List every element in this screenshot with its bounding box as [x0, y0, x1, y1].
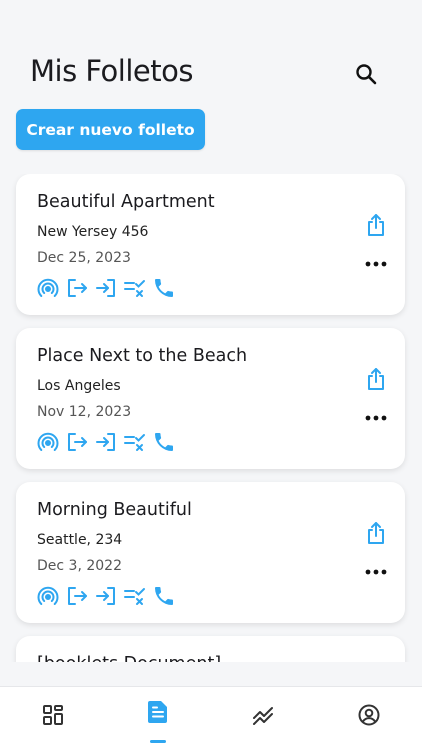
login-button[interactable]	[94, 276, 118, 300]
brochure-card[interactable]: [booklets Document]	[16, 636, 405, 662]
active-tab-indicator	[150, 740, 166, 743]
page-title: Mis Folletos	[30, 54, 193, 88]
share-button[interactable]	[364, 520, 388, 546]
checklist-cancel-button[interactable]	[123, 276, 147, 300]
card-title: [booklets Document]	[37, 654, 221, 662]
logout-icon	[68, 433, 87, 451]
more-button[interactable]	[364, 410, 388, 426]
tab-documents[interactable]	[128, 695, 188, 741]
login-button[interactable]	[94, 430, 118, 454]
search-button[interactable]	[352, 60, 380, 88]
share-button[interactable]	[364, 212, 388, 238]
share-icon	[368, 522, 384, 544]
card-date: Dec 3, 2022	[37, 558, 122, 574]
dashboard-icon	[43, 705, 63, 725]
brochure-card[interactable]: Beautiful Apartment New Yersey 456 Dec 2…	[16, 174, 405, 315]
broadcast-icon	[37, 278, 59, 297]
login-icon	[96, 433, 115, 451]
phone-icon	[155, 279, 173, 297]
tab-statistics[interactable]	[233, 695, 293, 741]
logout-icon	[68, 279, 87, 297]
share-icon	[368, 368, 384, 390]
search-icon	[356, 64, 377, 85]
broadcast-button[interactable]	[36, 430, 60, 454]
card-title: Morning Beautiful	[37, 500, 192, 520]
checklist-cancel-button[interactable]	[123, 430, 147, 454]
card-date: Dec 25, 2023	[37, 250, 131, 266]
tab-dashboard[interactable]	[23, 695, 83, 741]
document-icon	[148, 701, 167, 723]
logout-button[interactable]	[65, 276, 89, 300]
checklist-cancel-icon	[124, 434, 145, 451]
app-screen: Mis Folletos Crear nuevo folleto Beautif…	[0, 0, 422, 750]
more-icon	[365, 415, 387, 421]
card-title: Place Next to the Beach	[37, 346, 248, 366]
card-address: Los Angeles	[37, 378, 121, 394]
phone-button[interactable]	[152, 276, 176, 300]
phone-icon	[155, 587, 173, 605]
checklist-cancel-icon	[124, 280, 145, 297]
card-date: Nov 12, 2023	[37, 404, 132, 420]
phone-button[interactable]	[152, 430, 176, 454]
brochure-card[interactable]: Place Next to the Beach Los Angeles Nov …	[16, 328, 405, 469]
logout-button[interactable]	[65, 584, 89, 608]
logout-button[interactable]	[65, 430, 89, 454]
card-address: New Yersey 456	[37, 224, 149, 240]
more-button[interactable]	[364, 564, 388, 580]
user-icon	[358, 704, 380, 726]
create-brochure-button[interactable]: Crear nuevo folleto	[16, 109, 205, 150]
broadcast-button[interactable]	[36, 276, 60, 300]
broadcast-icon	[37, 586, 59, 605]
tab-profile[interactable]	[339, 695, 399, 741]
card-address: Seattle, 234	[37, 532, 123, 548]
logout-icon	[68, 587, 87, 605]
login-button[interactable]	[94, 584, 118, 608]
login-icon	[96, 279, 115, 297]
more-icon	[365, 261, 387, 267]
checklist-cancel-button[interactable]	[123, 584, 147, 608]
more-icon	[365, 569, 387, 575]
more-button[interactable]	[364, 256, 388, 272]
login-icon	[96, 587, 115, 605]
phone-button[interactable]	[152, 584, 176, 608]
brochure-card[interactable]: Morning Beautiful Seattle, 234 Dec 3, 20…	[16, 482, 405, 623]
broadcast-icon	[37, 432, 59, 451]
bottom-tab-bar	[0, 686, 422, 750]
share-button[interactable]	[364, 366, 388, 392]
checklist-cancel-icon	[124, 588, 145, 605]
card-title: Beautiful Apartment	[37, 192, 215, 212]
brochure-list[interactable]: Beautiful Apartment New Yersey 456 Dec 2…	[0, 174, 422, 662]
trending-icon	[253, 707, 273, 725]
phone-icon	[155, 433, 173, 451]
share-icon	[368, 214, 384, 236]
broadcast-button[interactable]	[36, 584, 60, 608]
